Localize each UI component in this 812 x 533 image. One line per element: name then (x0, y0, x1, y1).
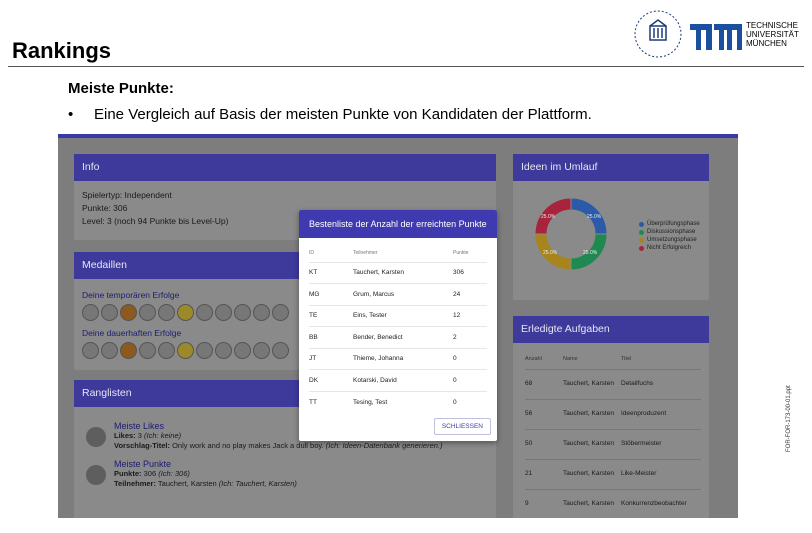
medal-icon[interactable] (215, 342, 232, 359)
table-row: 50 Tauchert, Karsten Stöbermeister (525, 428, 701, 459)
table-row: TE Eins, Tester 12 (309, 304, 487, 327)
medal-icon[interactable] (234, 342, 251, 359)
medal-icon[interactable] (82, 342, 99, 359)
medal-icon[interactable] (158, 342, 175, 359)
slice-label: 25.0% (583, 250, 598, 256)
legend-item: Überprüfungsphase (639, 220, 700, 228)
medal-icon[interactable] (101, 342, 118, 359)
medal-icon[interactable] (253, 304, 270, 321)
app-top-bar (58, 134, 738, 138)
likes-trophy-icon (86, 427, 106, 447)
tum-wordmark: TECHNISCHE UNIVERSITÄT MÜNCHEN (746, 21, 799, 48)
modal-title: Bestenliste der Anzahl der erreichten Pu… (299, 210, 497, 238)
slice-label: 25.0% (587, 214, 602, 220)
medal-icon[interactable] (139, 304, 156, 321)
legend-item: Diskussionsphase (639, 228, 700, 236)
header-divider (8, 66, 804, 67)
medal-icon[interactable] (215, 304, 232, 321)
medal-icon[interactable] (196, 304, 213, 321)
table-row: MG Grum, Marcus 24 (309, 283, 487, 305)
table-row: 21 Tauchert, Karsten Like-Meister (525, 458, 701, 489)
slice-label: 25.0% (541, 214, 556, 220)
tasks-card: Erledigte Aufgaben Anzahl Name Titel 68 T… (513, 316, 709, 518)
table-row: 56 Tauchert, Karsten Ideenproduzent (525, 398, 701, 429)
column-header: Teilnehmer (353, 249, 378, 256)
ranklist-most-points-link[interactable]: Meiste Punkte (114, 459, 297, 469)
section-heading: Meiste Punkte: (68, 80, 174, 97)
app-screenshot: Info Spielertyp: Independent Punkte: 306… (58, 134, 738, 518)
leaderboard-table: ID Teilnehmer Punkte KT Tauchert, Karsten… (309, 244, 487, 413)
points-trophy-icon (86, 465, 106, 485)
medal-icon[interactable] (272, 304, 289, 321)
tum-logo (690, 24, 742, 50)
medal-icon[interactable] (272, 342, 289, 359)
leaderboard-modal: Bestenliste der Anzahl der erreichten Pu… (299, 210, 497, 441)
column-header: ID (309, 249, 314, 256)
table-row: KT Tauchert, Karsten 306 (309, 261, 487, 284)
column-header: Titel (621, 355, 632, 362)
medal-icon[interactable] (120, 342, 137, 359)
table-row: 68 Tauchert, Karsten Detailfuchs (525, 368, 701, 399)
column-header: Anzahl (525, 355, 542, 362)
column-header: Name (563, 355, 578, 362)
ranklist-item: Meiste Punkte Punkte: 306 (Ich: 306) Tei… (86, 459, 484, 489)
ideas-card: Ideen im Umlauf 25.0% 25.0% 25.0% 25.0% … (513, 154, 709, 300)
table-row: 9 Tauchert, Karsten Konkurrenzbeobachter (525, 488, 701, 518)
medal-icon[interactable] (139, 342, 156, 359)
info-card-title: Info (74, 154, 496, 181)
tasks-card-title: Erledigte Aufgaben (513, 316, 709, 343)
medal-icon[interactable] (101, 304, 118, 321)
bullet-dot-icon: • (68, 106, 74, 123)
bullet-text: Eine Vergleich auf Basis der meisten Pun… (94, 106, 592, 123)
medal-icon[interactable] (82, 304, 99, 321)
ideas-donut-chart: 25.0% 25.0% 25.0% 25.0% (534, 197, 608, 271)
table-row: DK Kotarski, David 0 (309, 369, 487, 391)
close-button[interactable]: SCHLIESSEN (433, 418, 491, 435)
medal-icon[interactable] (120, 304, 137, 321)
player-type: Spielertyp: Independent (82, 190, 172, 200)
medal-icon[interactable] (196, 342, 213, 359)
medal-icon[interactable] (177, 304, 194, 321)
table-row: TT Tesing, Test 0 (309, 390, 487, 413)
ideas-legend: Überprüfungsphase Diskussionsphase Umset… (639, 220, 700, 252)
university-seal-logo (634, 10, 682, 58)
table-row: JT Thieme, Johanna 0 (309, 347, 487, 370)
table-row: BB Bender, Benedict 2 (309, 326, 487, 348)
slice-label: 25.0% (543, 250, 558, 256)
medal-icon[interactable] (253, 342, 270, 359)
slide-title: Rankings (12, 38, 112, 63)
medal-icon[interactable] (177, 342, 194, 359)
medal-icon[interactable] (234, 304, 251, 321)
ideas-card-title: Ideen im Umlauf (513, 154, 709, 181)
document-code: FOR-FOR-173-00-01.ppt (786, 385, 792, 452)
bullet-point: • Eine Vergleich auf Basis der meisten P… (68, 106, 592, 123)
tasks-table: Anzahl Name Titel 68 Tauchert, Karsten Det… (525, 349, 701, 518)
medal-icon[interactable] (158, 304, 175, 321)
legend-item: Nicht Erfolgreich (639, 244, 700, 252)
legend-item: Umsetzungsphase (639, 236, 700, 244)
column-header: Punkte (453, 249, 469, 256)
